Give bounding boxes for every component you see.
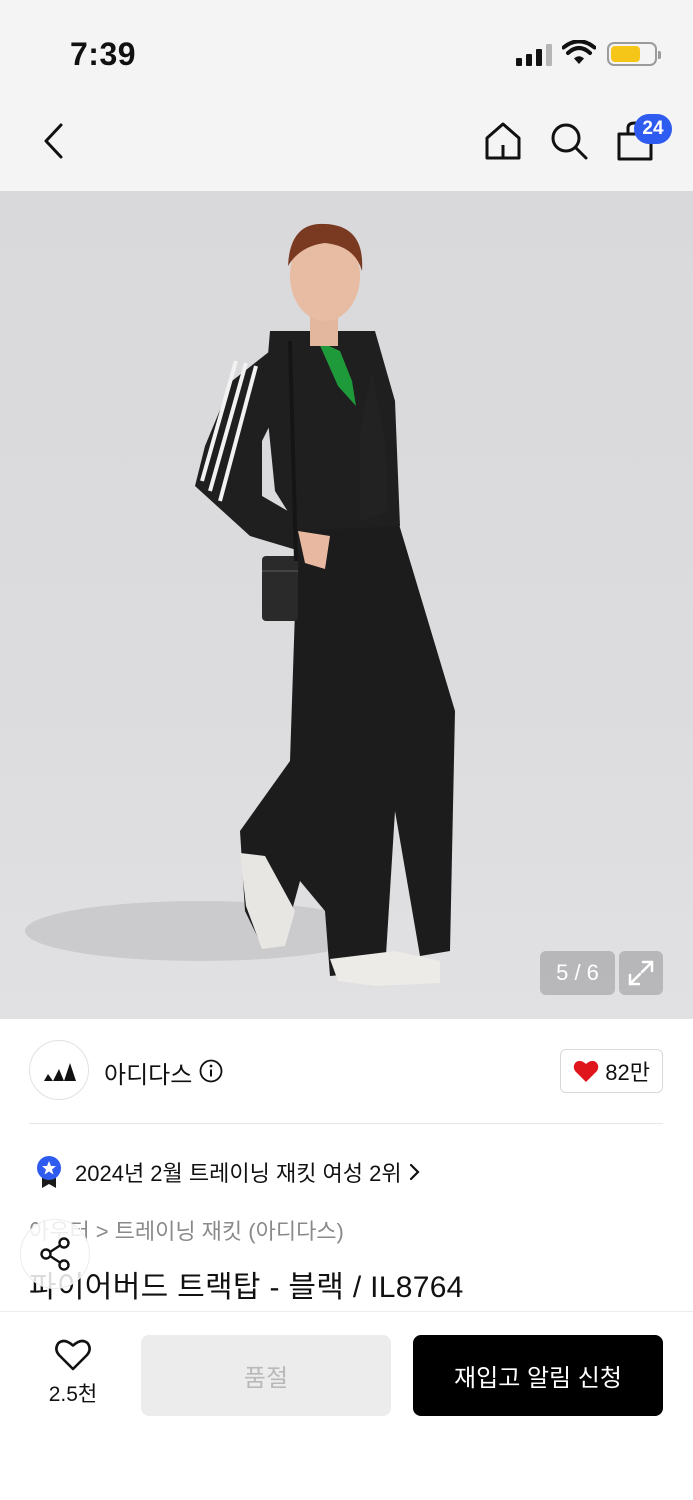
brand-logo[interactable] <box>29 1040 89 1100</box>
brand-like-count: 82만 <box>605 1060 650 1085</box>
breadcrumb-subcategory[interactable]: 트레이닝 재킷 (아디다스) <box>115 1219 344 1244</box>
back-button[interactable] <box>34 118 74 164</box>
wifi-icon <box>562 40 596 64</box>
image-counter: 5 / 6 <box>540 951 615 995</box>
cellular-signal-icon <box>516 42 552 66</box>
info-icon[interactable] <box>199 1059 223 1083</box>
expand-icon <box>628 960 654 986</box>
ranking-link[interactable]: 2024년 2월 트레이닝 재킷 여성 2위 <box>35 1155 422 1189</box>
brand-like-button[interactable]: 82만 <box>560 1049 663 1093</box>
ranking-medal-icon <box>37 1156 61 1188</box>
share-button[interactable] <box>20 1219 90 1289</box>
home-button[interactable] <box>480 116 526 166</box>
status-bar: 7:39 <box>0 0 693 96</box>
heart-outline-icon <box>55 1339 91 1371</box>
product-title: 파이어버드 트랙탑 - 블랙 / IL8764 <box>29 1271 464 1304</box>
search-icon <box>551 123 588 160</box>
battery-icon <box>607 42 661 66</box>
wishlist-count: 2.5천 <box>48 1383 98 1406</box>
bottom-action-bar: 2.5천 품절 재입고 알림 신청 <box>0 1311 693 1500</box>
cart-count-badge: 24 <box>634 114 672 144</box>
adidas-logo-icon <box>44 1063 76 1081</box>
search-button[interactable] <box>546 116 592 166</box>
brand-row: 아디다스 82만 <box>29 1040 663 1104</box>
product-photo <box>25 223 455 986</box>
home-icon <box>485 122 521 160</box>
restock-alert-button[interactable]: 재입고 알림 신청 <box>413 1335 663 1416</box>
divider <box>29 1123 663 1124</box>
expand-image-button[interactable] <box>619 951 663 995</box>
wishlist-button[interactable]: 2.5천 <box>30 1338 116 1412</box>
navigation-bar <box>0 96 693 191</box>
share-icon <box>40 1237 70 1271</box>
chevron-right-icon <box>409 1163 420 1181</box>
soldout-button: 품절 <box>141 1335 391 1416</box>
breadcrumb-separator: > <box>95 1219 109 1244</box>
product-image-gallery[interactable]: 5 / 6 <box>0 191 693 1019</box>
chevron-left-icon <box>44 123 63 159</box>
status-time: 7:39 <box>70 36 137 72</box>
ranking-text: 2024년 2월 트레이닝 재킷 여성 2위 <box>75 1161 402 1186</box>
brand-name[interactable]: 아디다스 <box>104 1055 192 1090</box>
product-detail-page: 7:39 24 5 / 6 아디다스 82만 2024년 2월 트레이닝 재킷 … <box>0 0 693 1500</box>
heart-filled-icon <box>574 1060 599 1082</box>
